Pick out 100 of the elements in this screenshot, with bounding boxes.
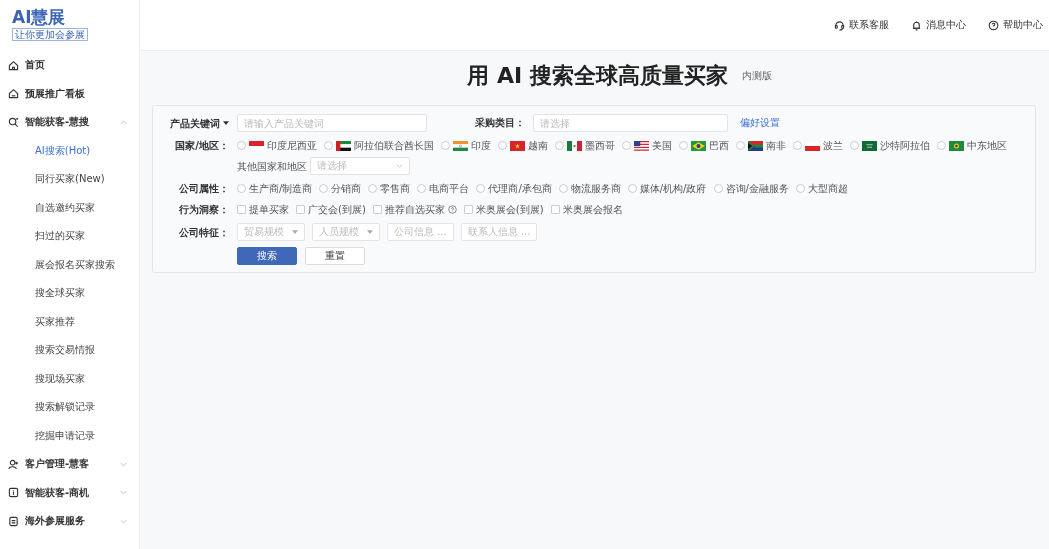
- flag-icon: [567, 140, 582, 151]
- option-label: 推荐自选买家: [384, 203, 445, 217]
- radio-button[interactable]: [324, 141, 333, 150]
- option-label: 物流服务商: [570, 182, 621, 196]
- option-label: 米奥展会报名: [562, 203, 623, 217]
- option-label: 美国: [652, 139, 672, 153]
- user-icon: [8, 458, 19, 470]
- sidebar-item[interactable]: 海外参展服务: [0, 507, 139, 536]
- category-select[interactable]: 请选择: [533, 114, 728, 132]
- radio-button[interactable]: [793, 141, 802, 150]
- radio-button[interactable]: [795, 184, 805, 193]
- header-link[interactable]: 帮助中心: [988, 18, 1043, 32]
- option-label: 咨询/金融服务: [725, 182, 789, 196]
- checkbox[interactable]: [550, 205, 560, 214]
- sidebar-subitem[interactable]: 搜索解锁记录: [0, 393, 139, 422]
- option-label: 分销商: [331, 182, 362, 196]
- header-link[interactable]: 消息中心: [911, 18, 966, 32]
- flag-icon: [249, 140, 264, 151]
- radio-button[interactable]: [555, 141, 564, 150]
- header-link[interactable]: 联系客服: [834, 18, 889, 32]
- info-icon: [8, 487, 19, 499]
- flag-icon: [748, 140, 763, 151]
- bell-icon: [911, 19, 922, 31]
- radio-button[interactable]: [417, 184, 427, 193]
- page-title: 用 AI 搜索全球高质量买家: [467, 62, 728, 90]
- radio-button[interactable]: [627, 184, 637, 193]
- sidebar-subitem[interactable]: AI搜索(Hot): [0, 136, 139, 165]
- option-label: 广交会(到展): [308, 203, 366, 217]
- option-label: 阿拉伯联合酋长国: [354, 139, 434, 153]
- radio-button[interactable]: [476, 184, 486, 193]
- chevron-icon: [396, 164, 403, 168]
- radio-button[interactable]: [736, 141, 745, 150]
- radio-button[interactable]: [368, 184, 378, 193]
- field-label: 行为洞察：: [178, 203, 229, 217]
- field-label: 采购类目：: [475, 116, 525, 130]
- caret-icon: [223, 121, 229, 125]
- sidebar-item[interactable]: 智能获客-商机: [0, 478, 139, 507]
- home-icon: [8, 59, 19, 71]
- option-label: 沙特阿拉伯: [880, 139, 930, 153]
- option-label: 越南: [528, 139, 548, 153]
- flag-icon: [453, 140, 468, 151]
- option-label: 南非: [766, 139, 786, 153]
- sidebar-subitem[interactable]: 买家推荐: [0, 307, 139, 336]
- flag-icon: [510, 140, 525, 151]
- sidebar-subitem[interactable]: 扫过的买家: [0, 222, 139, 251]
- sidebar-item[interactable]: 客户管理-慧客: [0, 450, 139, 479]
- option-label: 零售商: [380, 182, 411, 196]
- search-button[interactable]: 搜索: [237, 247, 297, 265]
- sidebar-subitem[interactable]: 搜索交易情报: [0, 336, 139, 365]
- flag-icon: [949, 140, 964, 151]
- sidebar-subitem[interactable]: 自选邀约买家: [0, 193, 139, 222]
- reset-button[interactable]: 重置: [305, 247, 365, 265]
- radio-button[interactable]: [237, 141, 246, 150]
- field-label: 国家/地区：: [174, 139, 229, 153]
- flag-icon: [336, 140, 351, 151]
- radio-button[interactable]: [937, 141, 946, 150]
- option-label: 印度: [471, 139, 491, 153]
- radio-button[interactable]: [498, 141, 507, 150]
- option-label: 电商平台: [429, 182, 470, 196]
- option-label: 波兰: [823, 139, 843, 153]
- keyword-type-dropdown[interactable]: 产品关键词: [170, 115, 229, 131]
- checkbox[interactable]: [463, 205, 473, 214]
- radio-button[interactable]: [713, 184, 723, 193]
- option-label: 墨西哥: [585, 139, 615, 153]
- radio-button[interactable]: [679, 141, 688, 150]
- sidebar-item[interactable]: 预展推广看板: [0, 79, 139, 108]
- headset-icon: [834, 19, 845, 31]
- preference-link[interactable]: 偏好设置: [740, 116, 780, 130]
- sidebar-subitem[interactable]: 搜全球买家: [0, 279, 139, 308]
- flag-icon: [634, 140, 649, 151]
- sidebar-subitem[interactable]: 搜现场买家: [0, 364, 139, 393]
- checkbox[interactable]: [372, 205, 382, 214]
- sidebar-subitem[interactable]: 展会报名买家搜索: [0, 250, 139, 279]
- version-label: 内测版: [741, 69, 772, 83]
- radio-button[interactable]: [319, 184, 329, 193]
- caret-icon: [292, 230, 298, 234]
- field-label: 其他国家和地区: [237, 159, 307, 174]
- caret-icon: [367, 230, 373, 234]
- option-label: 生产商/制造商: [249, 182, 313, 196]
- help-icon: [988, 19, 999, 31]
- radio-button[interactable]: [558, 184, 568, 193]
- field-label: 公司属性：: [178, 182, 229, 196]
- option-label: 媒体/机构/政府: [639, 182, 707, 196]
- sidebar-subitem[interactable]: 挖掘申请记录: [0, 421, 139, 450]
- checkbox[interactable]: [296, 205, 305, 214]
- checkbox[interactable]: [237, 205, 246, 214]
- doc-icon: [8, 515, 19, 527]
- radio-button[interactable]: [850, 141, 859, 150]
- radio-button[interactable]: [441, 141, 450, 150]
- radio-button[interactable]: [237, 184, 246, 193]
- sidebar-subitem[interactable]: 同行买家(New): [0, 165, 139, 194]
- flag-icon: [691, 140, 706, 151]
- sidebar-item[interactable]: 智能获客-慧搜: [0, 108, 139, 137]
- board-icon: [8, 88, 19, 100]
- option-label: 巴西: [709, 139, 729, 153]
- search-icon: [8, 116, 19, 128]
- field-label: 公司特征：: [178, 225, 229, 240]
- option-label: 大型商超: [807, 182, 848, 196]
- sidebar-item[interactable]: 首页: [0, 51, 139, 80]
- radio-button[interactable]: [622, 141, 631, 150]
